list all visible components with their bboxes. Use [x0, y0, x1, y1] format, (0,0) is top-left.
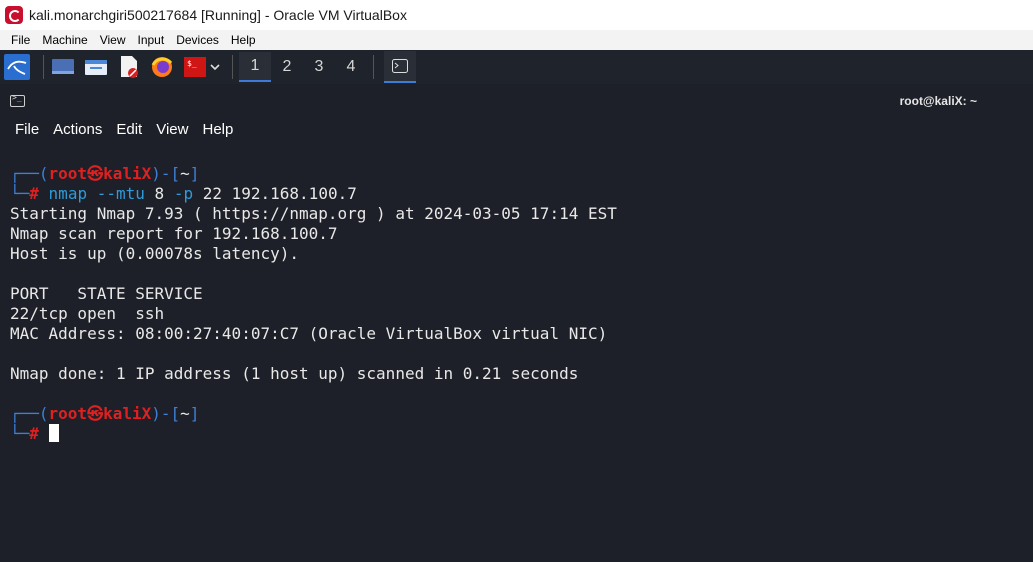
desktop-icon[interactable] — [50, 54, 76, 80]
file-manager-icon[interactable] — [83, 54, 109, 80]
workspace-3[interactable]: 3 — [303, 52, 335, 82]
vbox-menu-help[interactable]: Help — [231, 33, 256, 47]
output-line: Nmap done: 1 IP address (1 host up) scan… — [10, 364, 579, 383]
kali-menu-icon[interactable] — [4, 54, 30, 80]
output-line: 22/tcp open ssh — [10, 304, 165, 323]
output-line: PORT STATE SERVICE — [10, 284, 203, 303]
vbox-menu-devices[interactable]: Devices — [176, 33, 219, 47]
terminal-icon[interactable]: $_ — [182, 54, 208, 80]
terminal-output[interactable]: ┌──(root㉿kaliX)-[~] └─# nmap --mtu 8 -p … — [0, 141, 1033, 562]
panel-separator — [232, 55, 233, 79]
terminal-menu-help[interactable]: Help — [202, 121, 233, 138]
vbox-menu-input[interactable]: Input — [138, 33, 165, 47]
vbox-menu-view[interactable]: View — [100, 33, 126, 47]
output-line: Starting Nmap 7.93 ( https://nmap.org ) … — [10, 204, 617, 223]
output-line: Host is up (0.00078s latency). — [10, 244, 299, 263]
vbox-menubar: File Machine View Input Devices Help — [0, 30, 1033, 50]
prompt-line: ┌──(root㉿kaliX)-[~] — [10, 164, 200, 183]
output-line: MAC Address: 08:00:27:40:07:C7 (Oracle V… — [10, 324, 608, 343]
terminal-menu-edit[interactable]: Edit — [116, 121, 142, 138]
output-line: Nmap scan report for 192.168.100.7 — [10, 224, 338, 243]
firefox-icon[interactable] — [149, 54, 175, 80]
command-line: └─# nmap --mtu 8 -p 22 192.168.100.7 — [10, 184, 357, 203]
terminal-titlebar: root@kaliX: ~ — [0, 84, 1033, 117]
vbox-menu-file[interactable]: File — [11, 33, 30, 47]
command-line: └─# — [10, 424, 59, 444]
vbox-menu-machine[interactable]: Machine — [42, 33, 87, 47]
window-title: kali.monarchgiri500217684 [Running] - Or… — [29, 7, 407, 23]
workspace-2[interactable]: 2 — [271, 52, 303, 82]
terminal-icon — [10, 93, 25, 107]
terminal-title: root@kaliX: ~ — [899, 94, 977, 108]
kali-top-panel: $_ 1 2 3 4 — [0, 50, 1033, 84]
chevron-down-icon[interactable] — [208, 54, 222, 80]
text-cursor — [48, 424, 59, 442]
window-titlebar: kali.monarchgiri500217684 [Running] - Or… — [0, 0, 1033, 30]
terminal-window-icon[interactable] — [384, 51, 416, 83]
panel-separator — [43, 55, 44, 79]
svg-text:$_: $_ — [187, 59, 197, 68]
prompt-line: ┌──(root㉿kaliX)-[~] — [10, 404, 200, 423]
terminal-menubar: File Actions Edit View Help — [0, 117, 1033, 141]
virtualbox-icon — [5, 6, 23, 24]
terminal-menu-file[interactable]: File — [15, 121, 39, 138]
workspace-4[interactable]: 4 — [335, 52, 367, 82]
text-editor-icon[interactable] — [116, 54, 142, 80]
terminal-menu-view[interactable]: View — [156, 121, 188, 138]
workspace-1[interactable]: 1 — [239, 52, 271, 82]
panel-separator — [373, 55, 374, 79]
terminal-menu-actions[interactable]: Actions — [53, 121, 102, 138]
